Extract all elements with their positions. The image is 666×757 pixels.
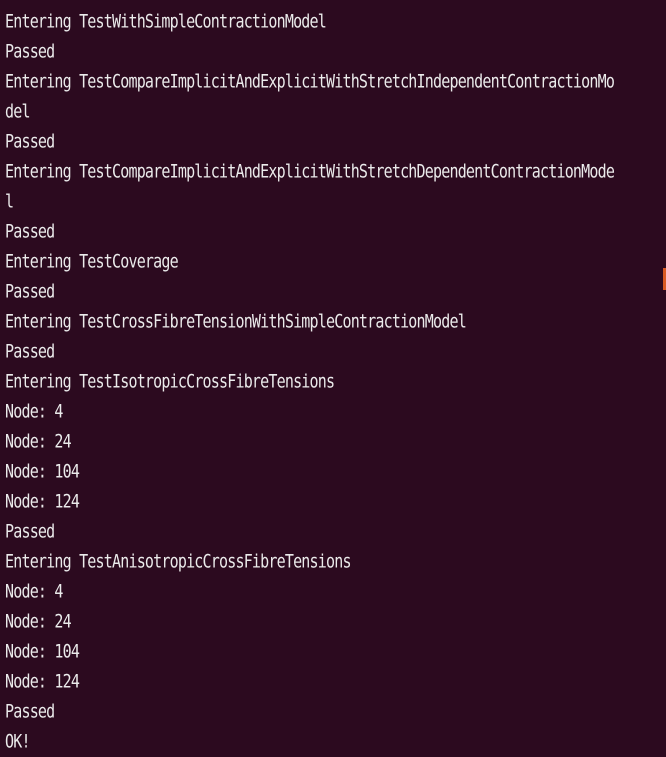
terminal-output[interactable]: Entering TestWithSimpleContractionModel … [0,0,666,757]
terminal-line: OK! [5,729,31,753]
